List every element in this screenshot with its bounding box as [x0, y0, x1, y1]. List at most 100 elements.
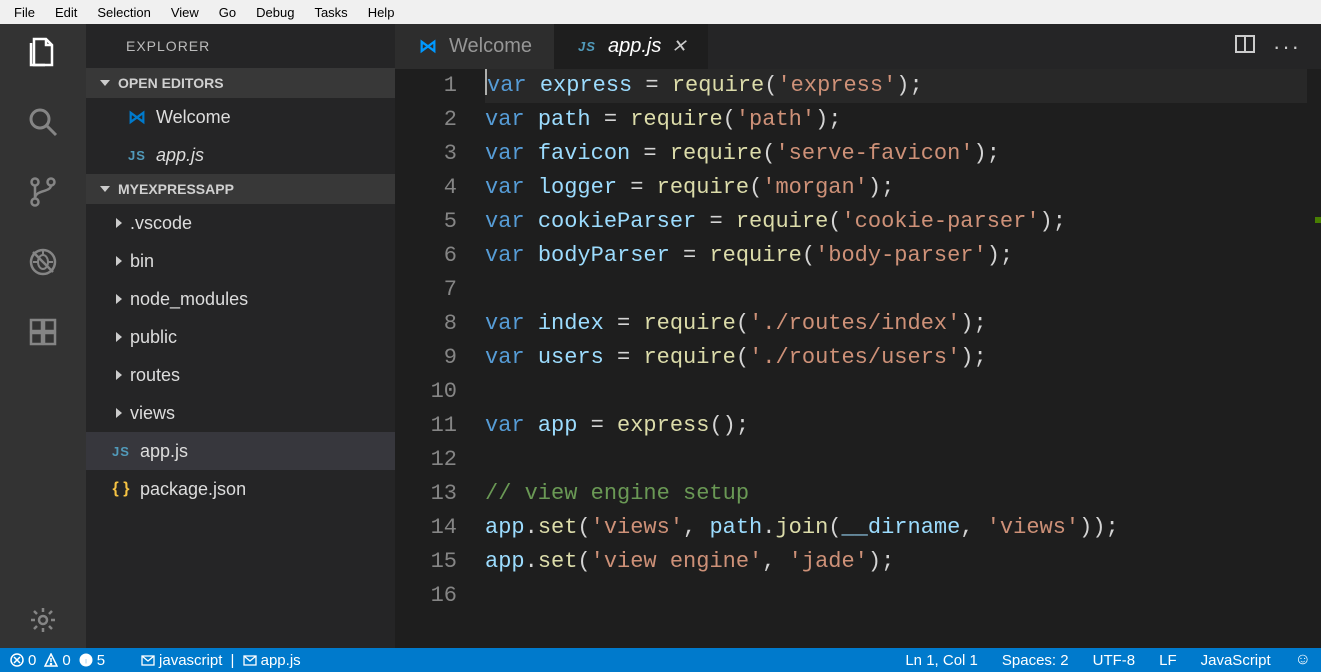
- chevron-right-icon: [116, 408, 122, 418]
- status-errors-count: 0: [28, 652, 36, 669]
- code-line[interactable]: var app = express();: [485, 409, 1321, 443]
- tree-item-label: app.js: [140, 441, 188, 462]
- sidebar-title: EXPLORER: [86, 24, 395, 68]
- line-number: 4: [395, 171, 457, 205]
- editor-tabs: ⋈ Welcome JS app.js ✕ ···: [395, 24, 1321, 69]
- line-number: 10: [395, 375, 457, 409]
- line-number: 14: [395, 511, 457, 545]
- status-encoding[interactable]: UTF-8: [1093, 652, 1136, 669]
- menu-selection[interactable]: Selection: [87, 3, 160, 22]
- tree-item-label: package.json: [140, 479, 246, 500]
- code-line[interactable]: [485, 443, 1321, 477]
- activity-search-icon[interactable]: [23, 102, 63, 142]
- js-file-icon: JS: [110, 444, 132, 459]
- line-number: 3: [395, 137, 457, 171]
- menu-view[interactable]: View: [161, 3, 209, 22]
- status-language-status[interactable]: javascript | app.js: [141, 652, 301, 669]
- close-icon[interactable]: ✕: [671, 36, 686, 57]
- activity-settings-icon[interactable]: [23, 600, 63, 640]
- code-line[interactable]: [485, 375, 1321, 409]
- chevron-right-icon: [116, 218, 122, 228]
- activity-bar: [0, 24, 86, 648]
- tab-label: Welcome: [449, 35, 532, 58]
- vscode-logo-icon: ⋈: [126, 107, 148, 128]
- line-number: 13: [395, 477, 457, 511]
- tab-label: app.js: [608, 35, 661, 58]
- menu-bar: File Edit Selection View Go Debug Tasks …: [0, 0, 1321, 24]
- tab-appjs[interactable]: JS app.js ✕: [554, 24, 708, 69]
- line-number: 2: [395, 103, 457, 137]
- activity-debug-icon[interactable]: [23, 242, 63, 282]
- code-editor[interactable]: 12345678910111213141516 var express = re…: [395, 69, 1321, 648]
- line-number: 7: [395, 273, 457, 307]
- code-line[interactable]: app.set('views', path.join(__dirname, 'v…: [485, 511, 1321, 545]
- line-number: 9: [395, 341, 457, 375]
- tree-item--vscode[interactable]: .vscode: [86, 204, 395, 242]
- open-editor-welcome[interactable]: ⋈ Welcome: [86, 98, 395, 136]
- code-line[interactable]: var users = require('./routes/users');: [485, 341, 1321, 375]
- js-file-icon: JS: [126, 148, 148, 163]
- tree-item-package-json[interactable]: { }package.json: [86, 470, 395, 508]
- line-number: 8: [395, 307, 457, 341]
- code-line[interactable]: var index = require('./routes/index');: [485, 307, 1321, 341]
- scrollbar[interactable]: [1307, 69, 1321, 648]
- code-line[interactable]: var favicon = require('serve-favicon');: [485, 137, 1321, 171]
- activity-source-control-icon[interactable]: [23, 172, 63, 212]
- menu-debug[interactable]: Debug: [246, 3, 304, 22]
- menu-tasks[interactable]: Tasks: [304, 3, 357, 22]
- status-eol[interactable]: LF: [1159, 652, 1177, 669]
- tree-item-views[interactable]: views: [86, 394, 395, 432]
- tab-welcome[interactable]: ⋈ Welcome: [395, 24, 554, 69]
- tree-item-node_modules[interactable]: node_modules: [86, 280, 395, 318]
- status-errors[interactable]: 0: [10, 652, 36, 669]
- split-editor-icon[interactable]: [1235, 34, 1255, 59]
- activity-explorer-icon[interactable]: [23, 32, 63, 72]
- tree-item-routes[interactable]: routes: [86, 356, 395, 394]
- line-number: 1: [395, 69, 457, 103]
- code-line[interactable]: var logger = require('morgan');: [485, 171, 1321, 205]
- line-number: 6: [395, 239, 457, 273]
- open-editors-header[interactable]: OPEN EDITORS: [86, 68, 395, 98]
- line-number: 15: [395, 545, 457, 579]
- feedback-smiley-icon[interactable]: ☺: [1295, 651, 1311, 669]
- menu-go[interactable]: Go: [209, 3, 246, 22]
- code-line[interactable]: app.set('view engine', 'jade');: [485, 545, 1321, 579]
- tree-item-label: routes: [130, 365, 180, 386]
- code-line[interactable]: var path = require('path');: [485, 103, 1321, 137]
- status-cursor-position[interactable]: Ln 1, Col 1: [905, 652, 978, 669]
- status-lang-1: javascript: [159, 652, 222, 669]
- code-line[interactable]: [485, 579, 1321, 613]
- svg-text:i: i: [84, 656, 87, 667]
- activity-extensions-icon[interactable]: [23, 312, 63, 352]
- chevron-right-icon: [116, 294, 122, 304]
- js-file-icon: JS: [576, 39, 598, 54]
- menu-help[interactable]: Help: [358, 3, 405, 22]
- status-lang-2: app.js: [261, 652, 301, 669]
- tree-item-public[interactable]: public: [86, 318, 395, 356]
- code-line[interactable]: var express = require('express');: [485, 69, 1321, 103]
- code-line[interactable]: var cookieParser = require('cookie-parse…: [485, 205, 1321, 239]
- status-info[interactable]: i 5: [79, 652, 105, 669]
- status-language-mode[interactable]: JavaScript: [1201, 652, 1271, 669]
- code-lines[interactable]: var express = require('express');var pat…: [485, 69, 1321, 648]
- status-warnings-count: 0: [62, 652, 70, 669]
- tree-item-label: public: [130, 327, 177, 348]
- open-editor-label: Welcome: [156, 107, 231, 128]
- editor-group: ⋈ Welcome JS app.js ✕ ··· 12345678910111…: [395, 24, 1321, 648]
- tree-item-app-js[interactable]: JS app.js: [86, 432, 395, 470]
- tree-item-label: node_modules: [130, 289, 248, 310]
- menu-file[interactable]: File: [4, 3, 45, 22]
- status-indentation[interactable]: Spaces: 2: [1002, 652, 1069, 669]
- tree-item-label: bin: [130, 251, 154, 272]
- line-number-gutter: 12345678910111213141516: [395, 69, 485, 648]
- code-line[interactable]: var bodyParser = require('body-parser');: [485, 239, 1321, 273]
- project-header[interactable]: MYEXPRESSAPP: [86, 174, 395, 204]
- code-line[interactable]: // view engine setup: [485, 477, 1321, 511]
- tree-item-bin[interactable]: bin: [86, 242, 395, 280]
- line-number: 12: [395, 443, 457, 477]
- status-warnings[interactable]: 0: [44, 652, 70, 669]
- open-editor-appjs[interactable]: JS app.js: [86, 136, 395, 174]
- menu-edit[interactable]: Edit: [45, 3, 87, 22]
- more-actions-icon[interactable]: ···: [1273, 34, 1301, 60]
- code-line[interactable]: [485, 273, 1321, 307]
